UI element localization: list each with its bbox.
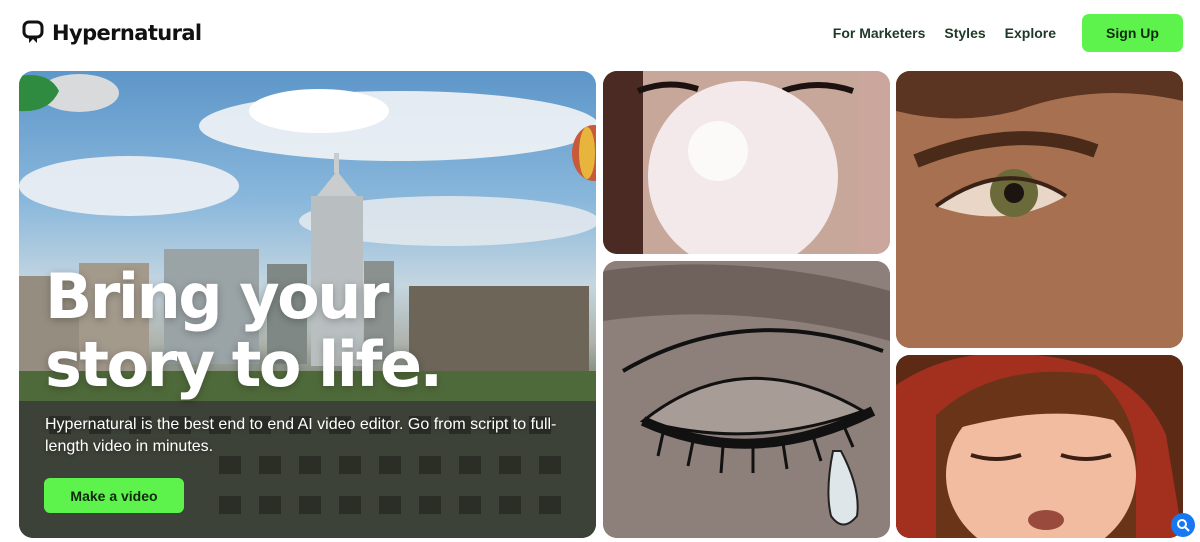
hero-title-line-2: story to life. — [45, 328, 443, 401]
tear-eye-image — [603, 261, 890, 538]
girl-red-hood-image — [896, 355, 1183, 538]
bubble-gum-image — [603, 71, 890, 254]
brand-logo[interactable]: Hypernatural — [22, 20, 202, 46]
hero-description: Hypernatural is the best end to end AI v… — [45, 416, 557, 455]
brand-name: Hypernatural — [52, 21, 202, 45]
chat-bubble-icon — [22, 20, 44, 43]
nav-links: For Marketers Styles Explore Sign Up — [833, 14, 1183, 52]
nav-explore[interactable]: Explore — [1005, 25, 1056, 41]
search-icon — [1177, 519, 1190, 532]
gallery-animated-tear-eye[interactable] — [603, 261, 890, 538]
hero-title: Bring your story to life. — [45, 260, 443, 401]
gallery-bubble-gum-portrait[interactable] — [603, 71, 890, 254]
nav-styles[interactable]: Styles — [944, 25, 985, 41]
floating-search-button[interactable] — [1171, 513, 1195, 537]
gallery-closeup-eye[interactable] — [896, 71, 1183, 348]
gallery-animated-girl-red-hood[interactable] — [896, 355, 1183, 538]
hero-card: Bring your story to life. Hypernatural i… — [19, 71, 596, 538]
sign-up-button[interactable]: Sign Up — [1082, 14, 1183, 52]
make-a-video-button[interactable]: Make a video — [44, 478, 184, 513]
top-nav: Hypernatural For Marketers Styles Explor… — [0, 0, 1200, 66]
closeup-eye-image — [896, 71, 1183, 348]
hero-title-line-1: Bring your — [45, 260, 389, 333]
nav-for-marketers[interactable]: For Marketers — [833, 25, 926, 41]
